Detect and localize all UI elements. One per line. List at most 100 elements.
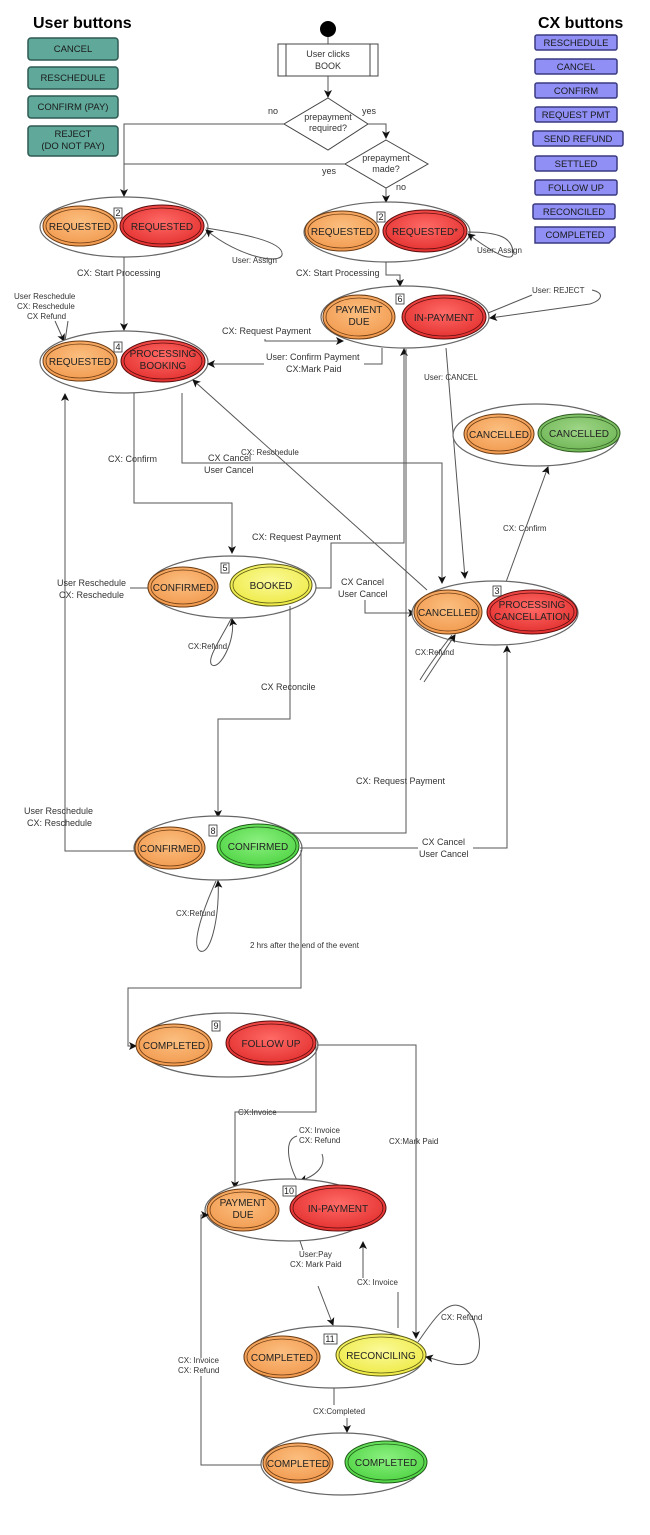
svg-text:CX Reconcile: CX Reconcile bbox=[261, 682, 316, 692]
svg-text:yes: yes bbox=[362, 106, 377, 116]
svg-text:2: 2 bbox=[378, 212, 383, 222]
svg-text:REQUESTED: REQUESTED bbox=[131, 222, 193, 233]
decision-prepay-required: prepayment required? bbox=[283, 97, 369, 151]
svg-text:FOLLOW UP: FOLLOW UP bbox=[242, 1039, 301, 1050]
svg-text:CX: Refund: CX: Refund bbox=[178, 1366, 219, 1375]
user-button-reject[interactable]: REJECT (DO NOT PAY) bbox=[27, 125, 119, 157]
svg-text:BOOKED: BOOKED bbox=[250, 581, 293, 592]
svg-text:User: REJECT: User: REJECT bbox=[532, 286, 585, 295]
svg-text:CX: Confirm: CX: Confirm bbox=[503, 524, 547, 533]
svg-text:User Reschedule: User Reschedule bbox=[14, 292, 76, 301]
state-9-follow-up[interactable]: COMPLETED FOLLOW UP 9 bbox=[135, 1012, 319, 1078]
svg-text:PAYMENT: PAYMENT bbox=[220, 1198, 267, 1209]
svg-text:PROCESSING: PROCESSING bbox=[130, 349, 197, 360]
svg-text:10: 10 bbox=[284, 1186, 294, 1196]
svg-text:no: no bbox=[396, 182, 406, 192]
svg-text:REJECT: REJECT bbox=[55, 129, 92, 140]
svg-text:yes: yes bbox=[322, 166, 337, 176]
state-10-in-payment[interactable]: PAYMENT DUE IN-PAYMENT 10 bbox=[204, 1178, 387, 1242]
svg-text:prepayment: prepayment bbox=[362, 153, 410, 163]
cx-button-reschedule[interactable]: RESCHEDULE bbox=[534, 34, 618, 51]
state-2-requested-prepaid[interactable]: REQUESTED REQUESTED* 2 bbox=[303, 201, 471, 263]
svg-text:CX: Confirm: CX: Confirm bbox=[108, 454, 157, 464]
svg-text:REQUEST PMT: REQUEST PMT bbox=[542, 110, 611, 121]
user-buttons-panel: User buttons CANCEL RESCHEDULE CONFIRM (… bbox=[27, 15, 132, 157]
svg-text:CX: Request Payment: CX: Request Payment bbox=[252, 532, 342, 542]
svg-text:CX: Request Payment: CX: Request Payment bbox=[222, 326, 312, 336]
svg-text:CX Cancel: CX Cancel bbox=[422, 837, 465, 847]
svg-text:User: CANCEL: User: CANCEL bbox=[424, 373, 478, 382]
svg-text:IN-PAYMENT: IN-PAYMENT bbox=[414, 313, 474, 324]
svg-text:DUE: DUE bbox=[232, 1210, 253, 1221]
start-node-icon bbox=[320, 21, 336, 37]
svg-text:CX: Refund: CX: Refund bbox=[299, 1136, 340, 1145]
svg-text:User: Assign: User: Assign bbox=[477, 246, 522, 255]
svg-text:REQUESTED: REQUESTED bbox=[49, 357, 111, 368]
decision-prepay-made: prepayment made? bbox=[344, 139, 430, 189]
state-2-requested[interactable]: REQUESTED REQUESTED 2 bbox=[39, 196, 209, 258]
svg-text:CX:Refund: CX:Refund bbox=[415, 648, 454, 657]
svg-text:User Cancel: User Cancel bbox=[338, 589, 388, 599]
state-5-booked[interactable]: CONFIRMED BOOKED 5 bbox=[147, 555, 317, 619]
svg-text:FOLLOW UP: FOLLOW UP bbox=[548, 183, 604, 194]
cx-button-follow-up[interactable]: FOLLOW UP bbox=[534, 179, 618, 196]
svg-text:CX:Completed: CX:Completed bbox=[313, 1407, 365, 1416]
svg-text:CX: Start Processing: CX: Start Processing bbox=[296, 268, 380, 278]
svg-text:CANCEL: CANCEL bbox=[54, 44, 93, 55]
svg-text:CX:Refund: CX:Refund bbox=[176, 909, 215, 918]
state-11-reconciling[interactable]: COMPLETED RECONCILING 11 bbox=[243, 1325, 427, 1389]
svg-text:SEND REFUND: SEND REFUND bbox=[544, 134, 613, 145]
svg-text:(DO NOT PAY): (DO NOT PAY) bbox=[41, 141, 104, 152]
state-8-confirmed[interactable]: CONFIRMED CONFIRMED 8 bbox=[133, 815, 303, 881]
user-button-reschedule[interactable]: RESCHEDULE bbox=[27, 66, 119, 90]
cx-button-settled[interactable]: SETTLED bbox=[534, 155, 618, 172]
state-6-payment-due[interactable]: PAYMENT DUE IN-PAYMENT 6 bbox=[320, 285, 490, 349]
state-4-processing-booking[interactable]: REQUESTED PROCESSING BOOKING 4 bbox=[39, 330, 209, 394]
svg-text:RECONCILED: RECONCILED bbox=[543, 207, 605, 218]
svg-text:CX: Refund: CX: Refund bbox=[441, 1313, 482, 1322]
svg-text:REQUESTED*: REQUESTED* bbox=[392, 227, 458, 238]
svg-text:User: Assign: User: Assign bbox=[232, 256, 277, 265]
svg-text:CONFIRMED: CONFIRMED bbox=[153, 583, 214, 594]
state-3-processing-cancellation[interactable]: CANCELLED PROCESSING CANCELLATION 3 bbox=[411, 580, 579, 646]
svg-text:9: 9 bbox=[213, 1021, 218, 1031]
svg-text:PROCESSING: PROCESSING bbox=[499, 600, 566, 611]
cx-button-request-pmt[interactable]: REQUEST PMT bbox=[534, 106, 618, 123]
svg-text:CX: Reschedule: CX: Reschedule bbox=[27, 818, 92, 828]
svg-text:CX: Reschedule: CX: Reschedule bbox=[17, 302, 75, 311]
svg-text:CANCELLED: CANCELLED bbox=[418, 608, 478, 619]
svg-text:CX: Mark Paid: CX: Mark Paid bbox=[290, 1260, 342, 1269]
svg-text:CONFIRMED: CONFIRMED bbox=[140, 844, 201, 855]
svg-text:6: 6 bbox=[397, 294, 402, 304]
user-button-confirm-pay[interactable]: CONFIRM (PAY) bbox=[27, 95, 119, 119]
svg-text:SETTLED: SETTLED bbox=[555, 159, 598, 170]
svg-text:PAYMENT: PAYMENT bbox=[336, 305, 383, 316]
svg-text:CX:Refund: CX:Refund bbox=[188, 642, 227, 651]
svg-text:User:Pay: User:Pay bbox=[299, 1250, 332, 1259]
state-completed-final[interactable]: COMPLETED COMPLETED bbox=[260, 1432, 428, 1496]
svg-text:CANCELLATION: CANCELLATION bbox=[494, 612, 570, 623]
state-cancelled-final[interactable]: CANCELLED CANCELLED bbox=[452, 403, 621, 467]
svg-text:CANCELLED: CANCELLED bbox=[469, 430, 529, 441]
svg-text:3: 3 bbox=[494, 586, 499, 596]
svg-text:REQUESTED: REQUESTED bbox=[49, 222, 111, 233]
svg-text:4: 4 bbox=[115, 342, 120, 352]
svg-text:CX Cancel: CX Cancel bbox=[341, 577, 384, 587]
svg-text:CANCEL: CANCEL bbox=[557, 62, 596, 73]
cx-buttons-title: CX buttons bbox=[538, 15, 623, 32]
cx-buttons-panel: CX buttons RESCHEDULE CANCEL CONFIRM REQ… bbox=[532, 15, 624, 244]
cx-button-send-refund[interactable]: SEND REFUND bbox=[532, 130, 624, 147]
svg-text:CANCELLED: CANCELLED bbox=[549, 429, 609, 440]
svg-text:BOOKING: BOOKING bbox=[140, 361, 187, 372]
cx-button-completed[interactable]: COMPLETED bbox=[534, 226, 616, 244]
svg-text:COMPLETED: COMPLETED bbox=[545, 230, 604, 241]
svg-text:5: 5 bbox=[222, 563, 227, 573]
svg-text:COMPLETED: COMPLETED bbox=[267, 1459, 329, 1470]
cx-button-cancel[interactable]: CANCEL bbox=[534, 58, 618, 75]
svg-text:IN-PAYMENT: IN-PAYMENT bbox=[308, 1204, 368, 1215]
user-button-cancel[interactable]: CANCEL bbox=[27, 37, 119, 61]
cx-button-confirm[interactable]: CONFIRM bbox=[534, 82, 618, 99]
svg-text:no: no bbox=[268, 106, 278, 116]
svg-text:CONFIRM (PAY): CONFIRM (PAY) bbox=[38, 102, 109, 113]
cx-button-reconciled[interactable]: RECONCILED bbox=[532, 203, 616, 220]
